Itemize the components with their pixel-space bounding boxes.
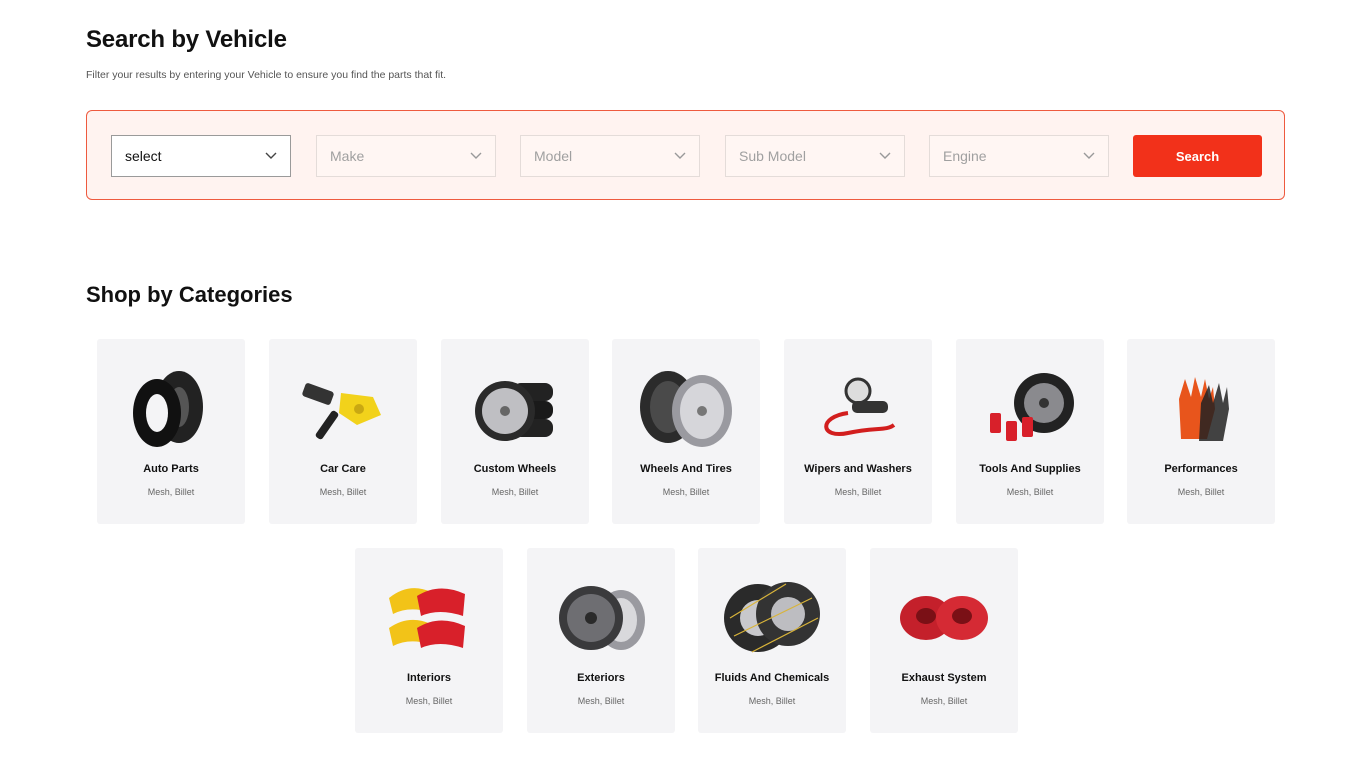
gloves-icon — [1179, 377, 1229, 441]
tpms-sensor-icon — [302, 383, 381, 440]
category-name: Tools And Supplies — [979, 463, 1081, 475]
category-name: Auto Parts — [143, 463, 199, 475]
category-subtitle: Mesh, Billet — [319, 487, 367, 497]
model-select-placeholder: Model — [534, 148, 573, 164]
search-button[interactable]: Search — [1133, 135, 1262, 177]
category-name: Exhaust System — [901, 672, 987, 684]
category-card-exteriors[interactable]: Exteriors Mesh, Billet — [527, 548, 675, 733]
category-name: Interiors — [406, 672, 451, 684]
tire-inflator-icon — [824, 377, 896, 437]
category-card-tools-and-supplies[interactable]: Tools And Supplies Mesh, Billet — [956, 339, 1104, 524]
wheel-stack-icon — [475, 381, 553, 441]
chevron-down-icon — [674, 152, 686, 159]
alloy-wheels-icon — [640, 371, 732, 447]
model-select[interactable]: Model — [520, 135, 700, 177]
category-subtitle: Mesh, Billet — [662, 487, 710, 497]
category-name: Wheels And Tires — [640, 463, 732, 475]
category-name: Car Care — [320, 463, 366, 475]
category-name: Fluids And Chemicals — [714, 672, 830, 684]
year-select[interactable]: select — [111, 135, 291, 177]
chevron-down-icon — [470, 152, 482, 159]
category-name: Exteriors — [577, 672, 625, 684]
category-card-auto-parts[interactable]: Auto Parts Mesh, Billet — [97, 339, 245, 524]
wheel-spacers-icon — [900, 596, 988, 640]
category-card-fluids-and-chemicals[interactable]: Fluids And Chemicals Mesh, Billet — [698, 548, 846, 733]
chevron-down-icon — [879, 152, 891, 159]
section-title-categories: Shop by Categories — [86, 282, 293, 307]
vehicle-search-panel: select Make Model Sub Model Engine Searc… — [86, 110, 1285, 200]
category-card-exhaust-system[interactable]: Exhaust System Mesh, Billet — [870, 548, 1018, 733]
category-card-interiors[interactable]: Interiors Mesh, Billet — [355, 548, 503, 733]
chevron-down-icon — [1083, 152, 1095, 159]
rims-icon — [559, 586, 645, 650]
page-title: Search by Vehicle — [86, 26, 287, 53]
year-select-value: select — [125, 148, 162, 164]
sub-model-select[interactable]: Sub Model — [725, 135, 905, 177]
category-card-wipers-and-washers[interactable]: Wipers and Washers Mesh, Billet — [784, 339, 932, 524]
category-card-car-care[interactable]: Car Care Mesh, Billet — [269, 339, 417, 524]
category-subtitle: Mesh, Billet — [147, 487, 195, 497]
category-name: Custom Wheels — [473, 463, 557, 475]
category-card-custom-wheels[interactable]: Custom Wheels Mesh, Billet — [441, 339, 589, 524]
make-select[interactable]: Make — [316, 135, 496, 177]
make-select-placeholder: Make — [330, 148, 365, 164]
tires-icon — [133, 371, 203, 447]
sub-model-select-placeholder: Sub Model — [739, 148, 806, 164]
page-subtitle: Filter your results by entering your Veh… — [86, 69, 447, 81]
category-subtitle: Mesh, Billet — [1177, 487, 1225, 497]
category-subtitle: Mesh, Billet — [920, 696, 968, 706]
snow-chains-icon — [724, 582, 820, 653]
category-subtitle: Mesh, Billet — [834, 487, 882, 497]
category-subtitle: Mesh, Billet — [748, 696, 796, 706]
category-name: Performances — [1164, 463, 1238, 475]
category-card-performances[interactable]: Performances Mesh, Billet — [1127, 339, 1275, 524]
brake-caliper-covers-icon — [389, 588, 465, 648]
engine-select-placeholder: Engine — [943, 148, 987, 164]
category-subtitle: Mesh, Billet — [1006, 487, 1054, 497]
category-subtitle: Mesh, Billet — [405, 696, 453, 706]
category-card-wheels-and-tires[interactable]: Wheels And Tires Mesh, Billet — [612, 339, 760, 524]
category-subtitle: Mesh, Billet — [491, 487, 539, 497]
category-name: Wipers and Washers — [804, 463, 912, 475]
chevron-down-icon — [265, 152, 277, 159]
engine-select[interactable]: Engine — [929, 135, 1109, 177]
lug-nuts-icon — [990, 373, 1074, 441]
category-subtitle: Mesh, Billet — [577, 696, 625, 706]
